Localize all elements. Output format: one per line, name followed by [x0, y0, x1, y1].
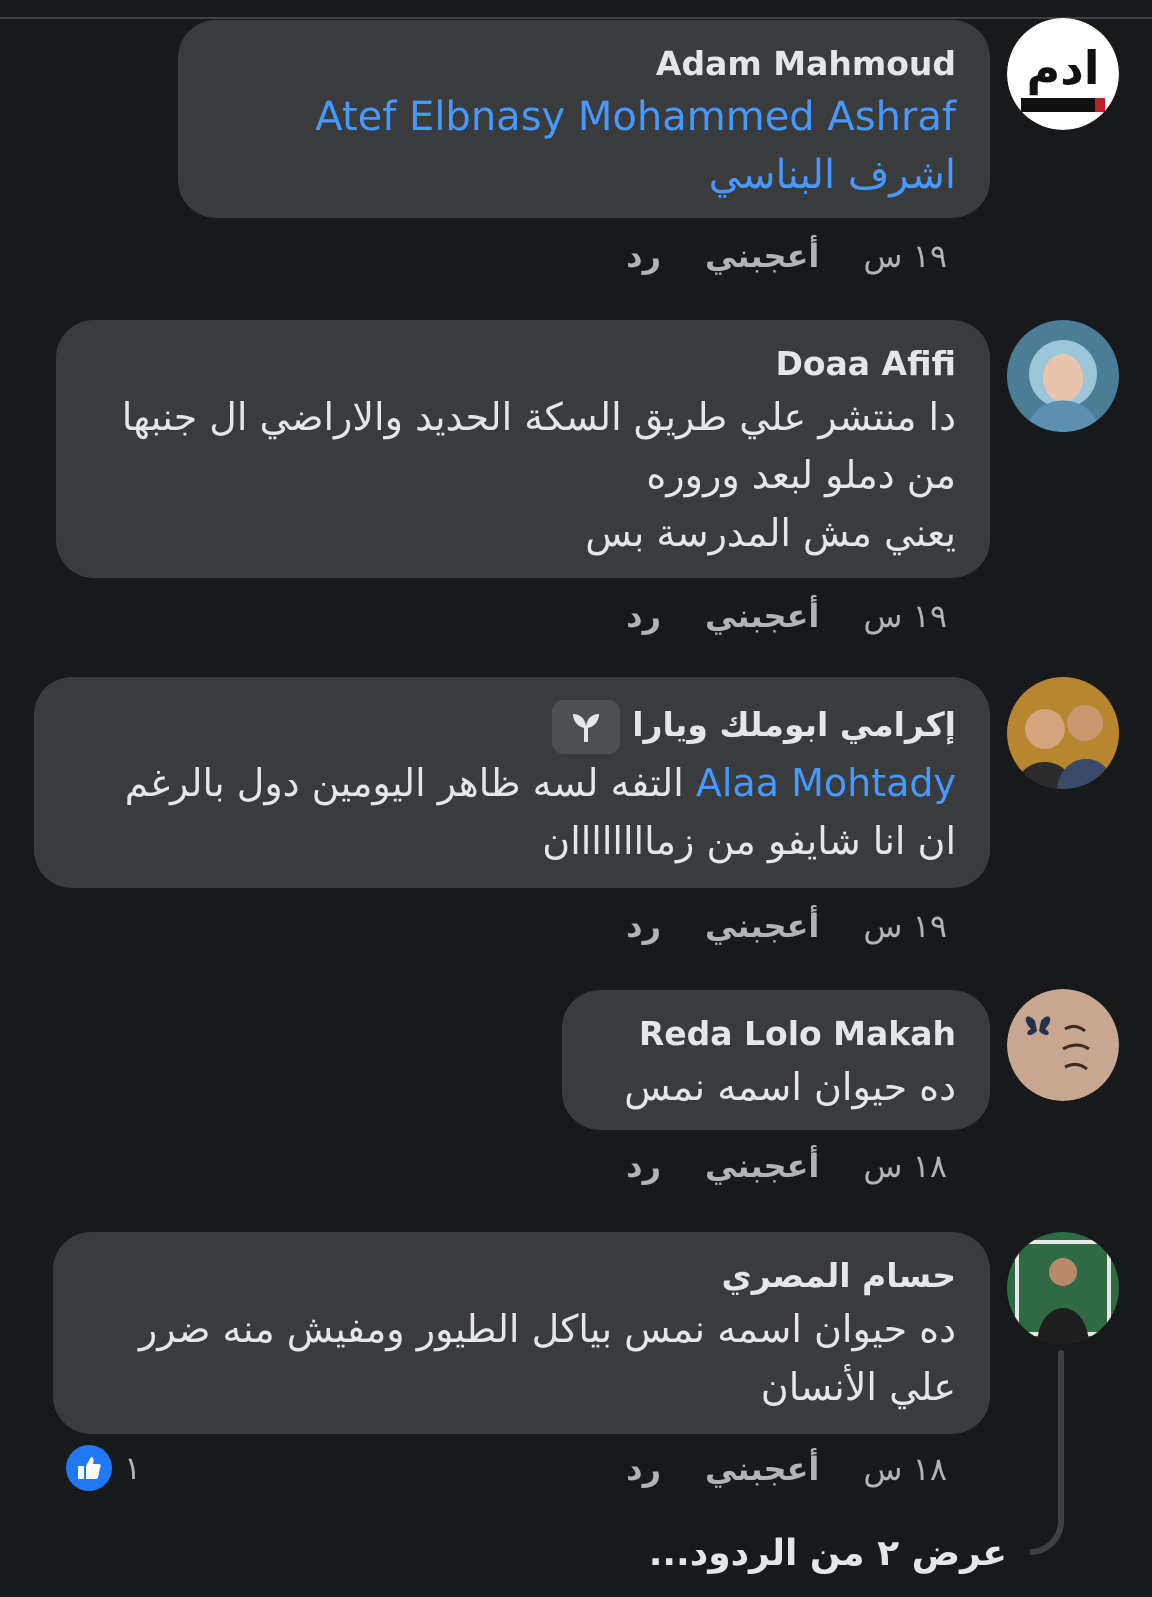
like-button[interactable]: أعجبني — [705, 236, 819, 276]
mention-link[interactable]: Atef Elbnasy Mohammed Ashraf اشرف البناس… — [315, 94, 956, 198]
comment-bubble[interactable]: Adam Mahmoud Atef Elbnasy Mohammed Ashra… — [178, 20, 990, 218]
like-button[interactable]: أعجبني — [705, 1449, 819, 1489]
avatar[interactable]: ادم — [1007, 18, 1119, 130]
reply-button[interactable]: رد — [626, 1146, 661, 1186]
comment-author[interactable]: Doaa Afifi — [90, 340, 956, 388]
comment-bubble[interactable]: Doaa Afifi دا منتشر علي طريق السكة الحدي… — [56, 320, 990, 578]
comment-author[interactable]: Reda Lolo Makah — [596, 1010, 956, 1058]
comment-time[interactable]: ١٨ س — [863, 1146, 947, 1186]
view-replies-link[interactable]: عرض ٢ من الردود... — [649, 1530, 1007, 1578]
comment-bubble[interactable]: إكرامي ابوملك ويارا Alaa Mohtady التفه ل… — [34, 677, 990, 888]
thread-connector — [1058, 1350, 1064, 1500]
comment-text: دا منتشر علي طريق السكة الحديد والاراضي … — [121, 395, 956, 555]
comment-actions: ١٩ س أعجبني رد — [626, 906, 947, 946]
comment-actions: ١٨ س أعجبني رد — [626, 1449, 947, 1489]
top-divider — [0, 17, 1152, 19]
comment-time[interactable]: ١٩ س — [863, 596, 947, 636]
new-member-sprout-icon[interactable] — [552, 699, 621, 754]
mention-link[interactable]: Alaa Mohtady — [696, 761, 956, 805]
svg-text:ادم: ادم — [1026, 41, 1099, 95]
reply-button[interactable]: رد — [626, 236, 661, 276]
comment-actions: ١٩ س أعجبني رد — [626, 596, 947, 636]
comment-time[interactable]: ١٨ س — [863, 1449, 947, 1489]
avatar[interactable] — [1007, 677, 1119, 789]
avatar[interactable] — [1007, 320, 1119, 432]
like-button[interactable]: أعجبني — [705, 1146, 819, 1186]
avatar[interactable] — [1007, 1232, 1119, 1344]
comment-time[interactable]: ١٩ س — [863, 906, 947, 946]
comment-author[interactable]: إكرامي ابوملك ويارا — [632, 705, 956, 744]
comment-text: ده حيوان اسمه نمس — [624, 1065, 956, 1109]
comment-bubble[interactable]: حسام المصري ده حيوان اسمه نمس بياكل الطي… — [53, 1232, 990, 1434]
reply-button[interactable]: رد — [626, 906, 661, 946]
comment-text: ده حيوان اسمه نمس بياكل الطيور ومفيش منه… — [138, 1307, 956, 1409]
comment-time[interactable]: ١٩ س — [863, 236, 947, 276]
reaction-summary[interactable]: ١ — [66, 1445, 141, 1491]
comment-actions: ١٩ س أعجبني رد — [626, 236, 947, 276]
reaction-count: ١ — [124, 1449, 142, 1487]
comment-actions: ١٨ س أعجبني رد — [626, 1146, 947, 1186]
comment-author[interactable]: Adam Mahmoud — [212, 40, 956, 88]
comment-bubble[interactable]: Reda Lolo Makah ده حيوان اسمه نمس — [562, 990, 990, 1130]
thumbs-up-icon — [66, 1445, 112, 1491]
reply-button[interactable]: رد — [626, 596, 661, 636]
comment-author[interactable]: حسام المصري — [87, 1252, 956, 1300]
thread-connector-curve — [1030, 1495, 1064, 1555]
like-button[interactable]: أعجبني — [705, 596, 819, 636]
like-button[interactable]: أعجبني — [705, 906, 819, 946]
reply-button[interactable]: رد — [626, 1449, 661, 1489]
avatar[interactable] — [1007, 989, 1119, 1101]
